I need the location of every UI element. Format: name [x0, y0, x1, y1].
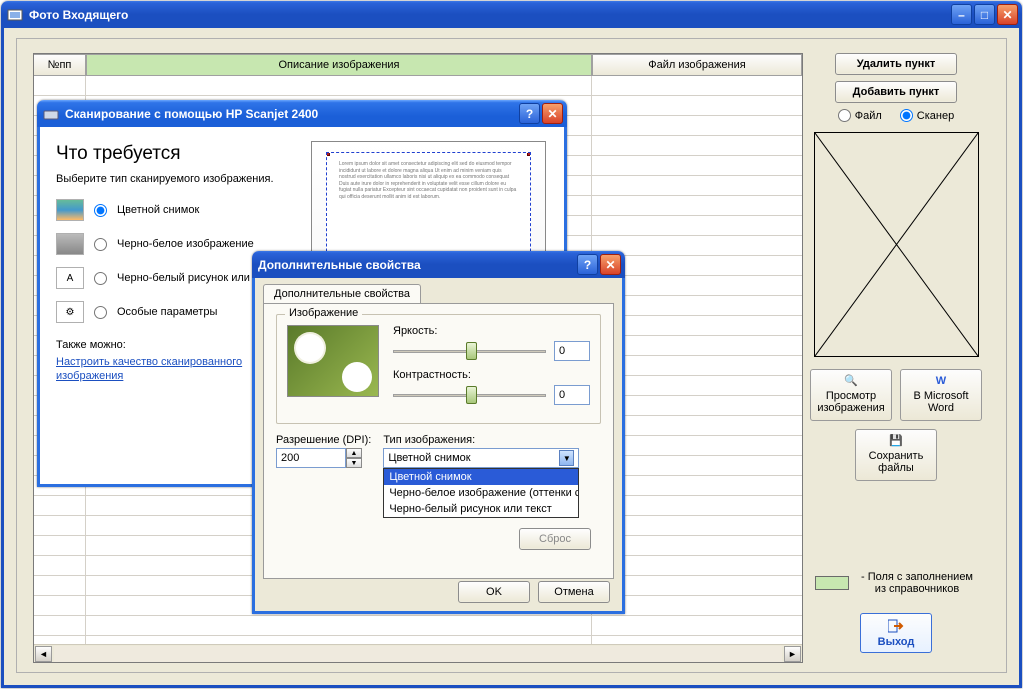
gray-thumb-icon — [56, 233, 84, 255]
table-row[interactable] — [34, 636, 802, 644]
maximize-button[interactable]: □ — [974, 4, 995, 25]
scan-opt-gray-label: Черно-белое изображение (оттенки серого) — [117, 238, 257, 250]
brightness-value[interactable] — [554, 341, 590, 361]
custom-thumb-icon: ⚙ — [56, 301, 84, 323]
legend: - Поля с заполнением из справочников — [804, 571, 988, 595]
table-row[interactable] — [34, 616, 802, 636]
radio-file-label: Файл — [855, 110, 882, 122]
type-selected: Цветной снимок — [388, 452, 470, 464]
view-image-label: Просмотр изображения — [811, 390, 891, 415]
dpi-input[interactable] — [276, 448, 346, 468]
crop-handle-icon[interactable] — [527, 152, 531, 156]
scan-titlebar[interactable]: Сканирование с помощью HP Scanjet 2400 ?… — [37, 100, 567, 127]
radio-scanner-label: Сканер — [917, 110, 954, 122]
combo-item[interactable]: Черно-белое изображение (оттенки серого) — [384, 485, 578, 501]
type-label: Тип изображения: — [383, 434, 601, 446]
sample-image-icon — [287, 325, 379, 397]
main-title: Фото Входящего — [29, 8, 128, 22]
minimize-button[interactable]: – — [951, 4, 972, 25]
props-close-button[interactable]: ✕ — [600, 254, 621, 275]
magnifier-icon: 🔍 — [844, 375, 858, 388]
dpi-label: Разрешение (DPI): — [276, 434, 371, 446]
col-header-desc[interactable]: Описание изображения — [86, 54, 592, 76]
ok-button[interactable]: OK — [458, 581, 530, 603]
exit-icon — [888, 619, 904, 636]
reset-button[interactable]: Сброс — [519, 528, 591, 550]
dpi-spinner[interactable]: ▲▼ — [276, 448, 371, 468]
export-word-label: В Microsoft Word — [901, 390, 981, 415]
exit-button[interactable]: Выход — [860, 613, 932, 653]
props-titlebar[interactable]: Дополнительные свойства ? ✕ — [252, 251, 625, 278]
cancel-button[interactable]: Отмена — [538, 581, 610, 603]
combo-item[interactable]: Цветной снимок — [384, 469, 578, 485]
export-word-button[interactable]: W В Microsoft Word — [900, 369, 982, 421]
contrast-label: Контрастность: — [393, 369, 590, 381]
props-tab[interactable]: Дополнительные свойства — [263, 284, 421, 304]
radio-scanner[interactable]: Сканер — [900, 109, 954, 122]
scan-opt-bw-label: Черно-белый рисунок или текст — [117, 272, 257, 284]
scan-opt-custom-label: Особые параметры — [117, 306, 217, 318]
combo-item[interactable]: Черно-белый рисунок или текст — [384, 501, 578, 517]
image-preview-placeholder — [814, 132, 979, 357]
table-row[interactable] — [34, 76, 802, 96]
close-button[interactable]: ✕ — [997, 4, 1018, 25]
scanner-icon — [43, 106, 59, 122]
legend-swatch — [815, 576, 849, 590]
spin-down-icon[interactable]: ▼ — [346, 458, 362, 468]
spin-up-icon[interactable]: ▲ — [346, 448, 362, 458]
scan-title: Сканирование с помощью HP Scanjet 2400 — [65, 107, 318, 121]
view-image-button[interactable]: 🔍 Просмотр изображения — [810, 369, 892, 421]
brightness-label: Яркость: — [393, 325, 590, 337]
word-icon: W — [936, 375, 946, 388]
radio-file[interactable]: Файл — [838, 109, 882, 122]
scan-opt-color-label: Цветной снимок — [117, 204, 199, 216]
scroll-right-icon[interactable]: ► — [784, 646, 801, 662]
image-group-title: Изображение — [285, 307, 362, 319]
props-help-button[interactable]: ? — [577, 254, 598, 275]
contrast-value[interactable] — [554, 385, 590, 405]
sidebar: Удалить пункт Добавить пункт Файл Сканер… — [804, 53, 988, 654]
add-button[interactable]: Добавить пункт — [835, 81, 957, 103]
props-title: Дополнительные свойства — [258, 258, 421, 272]
horizontal-scrollbar[interactable]: ◄ ► — [34, 644, 802, 662]
app-icon — [7, 7, 23, 23]
image-type-combo[interactable]: Цветной снимок ▼ Цветной снимок Черно-бе… — [383, 448, 579, 468]
image-type-dropdown[interactable]: Цветной снимок Черно-белое изображение (… — [383, 468, 579, 518]
exit-label: Выход — [878, 636, 915, 648]
image-group: Изображение Яркость: Контрастность: — [276, 314, 601, 424]
col-header-num[interactable]: №пп — [34, 54, 86, 76]
scan-close-button[interactable]: ✕ — [542, 103, 563, 124]
color-thumb-icon — [56, 199, 84, 221]
main-titlebar[interactable]: Фото Входящего – □ ✕ — [1, 1, 1022, 28]
chevron-down-icon[interactable]: ▼ — [559, 450, 574, 466]
scroll-left-icon[interactable]: ◄ — [35, 646, 52, 662]
help-button[interactable]: ? — [519, 103, 540, 124]
col-header-file[interactable]: Файл изображения — [592, 54, 802, 76]
text-thumb-icon: A — [56, 267, 84, 289]
save-files-button[interactable]: 💾 Сохранить файлы — [855, 429, 937, 481]
delete-button[interactable]: Удалить пункт — [835, 53, 957, 75]
floppy-icon: 💾 — [889, 435, 903, 448]
brightness-slider[interactable] — [393, 342, 546, 360]
crop-handle-icon[interactable] — [326, 152, 330, 156]
legend-text: - Поля с заполнением из справочников — [857, 571, 977, 595]
props-dialog: Дополнительные свойства ? ✕ Дополнительн… — [252, 251, 625, 614]
contrast-slider[interactable] — [393, 386, 546, 404]
save-files-label: Сохранить файлы — [856, 450, 936, 475]
